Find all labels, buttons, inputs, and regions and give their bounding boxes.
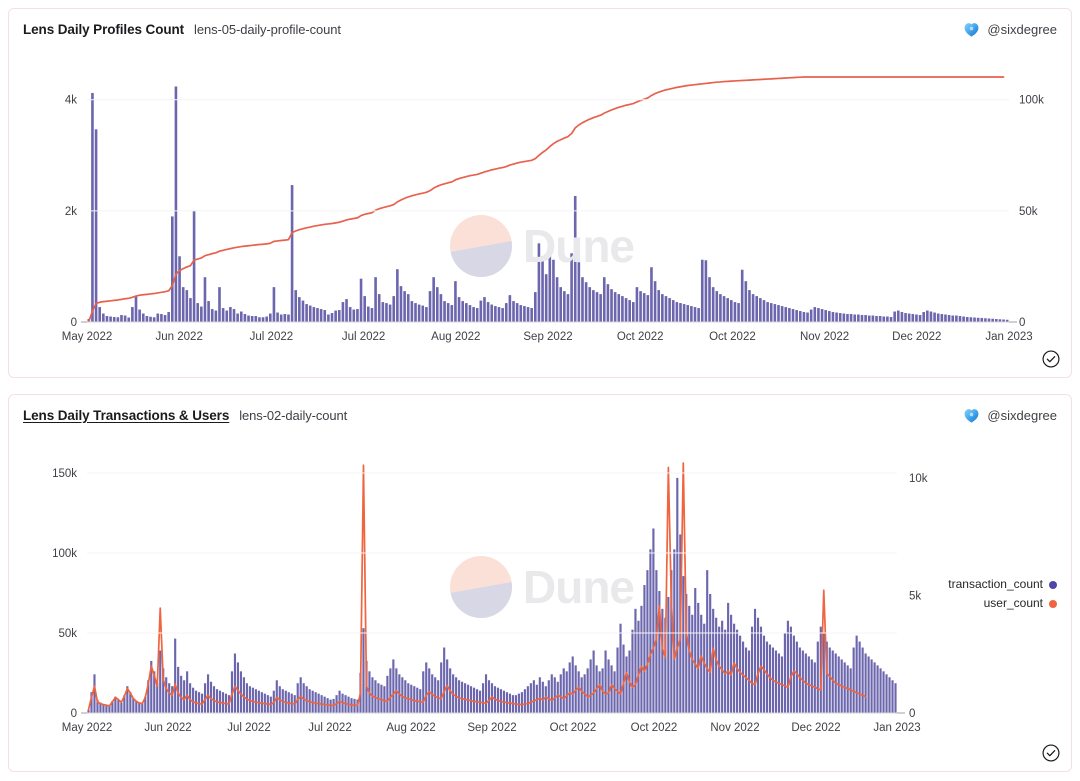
legend-label: transaction_count xyxy=(948,577,1043,591)
svg-text:150k: 150k xyxy=(52,468,77,480)
svg-text:10k: 10k xyxy=(909,473,928,485)
chart-plot-transactions[interactable]: Dune transaction_count user_count 0 50k 10… xyxy=(9,435,1071,760)
legend-color-swatch xyxy=(1049,599,1057,608)
svg-text:0: 0 xyxy=(71,317,77,329)
svg-text:Nov 2022: Nov 2022 xyxy=(800,331,849,343)
svg-text:5k: 5k xyxy=(909,591,921,603)
profiles-chart-svg: 0 2k 4k 0 50k 100k May 2022 Jun 2022 Jul 2022 Jul… xyxy=(62,76,1044,343)
svg-text:Jul 2022: Jul 2022 xyxy=(308,722,351,734)
page-title[interactable]: Lens Daily Profiles Count xyxy=(23,22,184,37)
author-link[interactable]: @sixdegree xyxy=(963,21,1057,38)
legend-item-user-count[interactable]: user_count xyxy=(948,594,1057,613)
legend-item-transaction-count[interactable]: transaction_count xyxy=(948,575,1057,594)
chart-plot-profiles[interactable]: Dune 0 2k 4k 0 50k 100k May 2022 Jun 2022 Jul 20… xyxy=(9,49,1071,369)
svg-text:May 2022: May 2022 xyxy=(62,722,113,734)
card-header: Lens Daily Transactions & Users lens-02-… xyxy=(9,395,1071,435)
svg-text:Oct 2022: Oct 2022 xyxy=(631,722,678,734)
svg-text:0: 0 xyxy=(1019,317,1025,329)
svg-text:Jan 2023: Jan 2023 xyxy=(985,331,1032,343)
dune-user-avatar-icon xyxy=(964,408,979,423)
svg-text:Jul 2022: Jul 2022 xyxy=(342,331,385,343)
page-title[interactable]: Lens Daily Transactions & Users xyxy=(23,408,229,423)
svg-text:Jul 2022: Jul 2022 xyxy=(227,722,270,734)
svg-text:Dec 2022: Dec 2022 xyxy=(791,722,840,734)
author-handle: @sixdegree xyxy=(987,21,1057,37)
chart-legend: transaction_count user_count xyxy=(948,575,1057,613)
svg-text:2k: 2k xyxy=(65,206,77,218)
legend-label: user_count xyxy=(983,596,1043,610)
svg-text:Jan 2023: Jan 2023 xyxy=(873,722,920,734)
svg-text:Aug 2022: Aug 2022 xyxy=(431,331,480,343)
check-circle-icon[interactable] xyxy=(1041,349,1061,369)
svg-text:Sep 2022: Sep 2022 xyxy=(467,722,516,734)
chart-card-transactions: Lens Daily Transactions & Users lens-02-… xyxy=(8,394,1072,772)
svg-text:100k: 100k xyxy=(1019,95,1044,107)
svg-text:Oct 2022: Oct 2022 xyxy=(617,331,664,343)
svg-text:4k: 4k xyxy=(65,95,77,107)
author-handle: @sixdegree xyxy=(987,407,1057,423)
svg-text:May 2022: May 2022 xyxy=(62,331,113,343)
query-slug[interactable]: lens-02-daily-count xyxy=(239,408,347,423)
dune-user-avatar-icon xyxy=(964,22,979,37)
svg-text:Jun 2022: Jun 2022 xyxy=(156,331,203,343)
svg-text:0: 0 xyxy=(909,708,915,720)
transactions-chart-svg: 0 50k 100k 150k 0 5k 10k May 2022 Jun 2022 Jul 20… xyxy=(52,462,928,734)
svg-text:Dec 2022: Dec 2022 xyxy=(892,331,941,343)
check-circle-icon[interactable] xyxy=(1041,743,1061,763)
svg-text:Sep 2022: Sep 2022 xyxy=(523,331,572,343)
svg-text:Nov 2022: Nov 2022 xyxy=(710,722,759,734)
dashboard-page: Lens Daily Profiles Count lens-05-daily-… xyxy=(0,0,1080,781)
svg-text:Aug 2022: Aug 2022 xyxy=(386,722,435,734)
svg-text:50k: 50k xyxy=(58,628,77,640)
svg-text:Oct 2022: Oct 2022 xyxy=(709,331,756,343)
svg-text:100k: 100k xyxy=(52,548,77,560)
svg-text:Jul 2022: Jul 2022 xyxy=(250,331,293,343)
svg-text:Jun 2022: Jun 2022 xyxy=(144,722,191,734)
author-link[interactable]: @sixdegree xyxy=(963,407,1057,424)
query-slug[interactable]: lens-05-daily-profile-count xyxy=(194,22,341,37)
svg-text:50k: 50k xyxy=(1019,206,1038,218)
chart-card-profiles: Lens Daily Profiles Count lens-05-daily-… xyxy=(8,8,1072,378)
legend-color-swatch xyxy=(1049,580,1057,589)
svg-text:0: 0 xyxy=(71,708,77,720)
card-header: Lens Daily Profiles Count lens-05-daily-… xyxy=(9,9,1071,49)
svg-text:Oct 2022: Oct 2022 xyxy=(550,722,597,734)
